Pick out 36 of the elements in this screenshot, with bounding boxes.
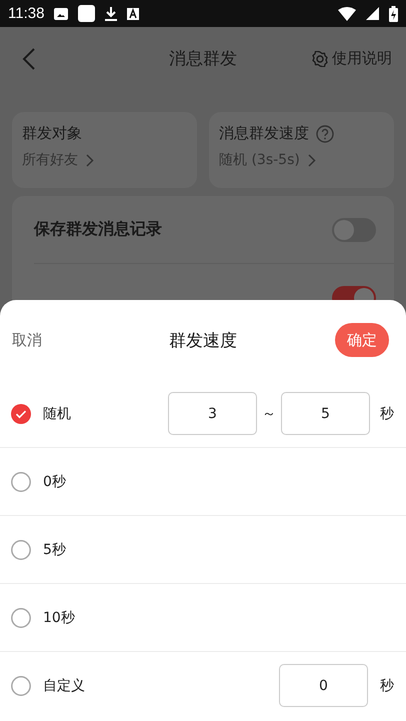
back-button[interactable] [22, 48, 36, 70]
option-label[interactable]: 0秒 [43, 472, 66, 490]
page-title: 消息群发 [169, 48, 237, 70]
option-label[interactable]: 5秒 [43, 540, 66, 558]
radio-button[interactable] [11, 540, 31, 560]
help-icon[interactable] [316, 124, 334, 142]
radio-button[interactable] [11, 472, 31, 492]
seconds-field[interactable]: 0 [279, 664, 368, 707]
radio-button[interactable] [11, 608, 31, 628]
radio-button[interactable] [11, 676, 31, 696]
option-label[interactable]: 10秒 [43, 608, 75, 626]
signal-icon [366, 7, 379, 20]
option-label[interactable]: 随机 [43, 404, 71, 422]
sheet-title: 群发速度 [169, 330, 237, 352]
cancel-button[interactable]: 取消 [12, 330, 42, 350]
notification-icon [127, 8, 140, 20]
clock-time: 11:38 [8, 5, 44, 22]
seconds-field[interactable]: 5 [281, 392, 370, 435]
checked-radio-icon[interactable] [11, 404, 31, 424]
unit-label: 秒 [380, 404, 394, 422]
seconds-field[interactable]: 3 [168, 392, 257, 435]
option-label[interactable]: 自定义 [43, 676, 85, 694]
image-icon [54, 8, 68, 20]
chevron-icon [86, 154, 94, 166]
card-title: 群发对象 [22, 124, 82, 143]
battery-icon [389, 6, 398, 22]
toggle-switch[interactable] [332, 218, 376, 242]
range-separator: ～ [261, 404, 277, 422]
card-title: 消息群发速度 [219, 124, 309, 143]
unit-label: 秒 [380, 676, 394, 694]
wifi-icon [338, 6, 356, 20]
gear-icon [312, 50, 328, 66]
setting-label: 保存群发消息记录 [34, 219, 162, 240]
download-icon [105, 6, 118, 20]
chevron-icon [308, 154, 316, 166]
square-icon [78, 5, 96, 22]
